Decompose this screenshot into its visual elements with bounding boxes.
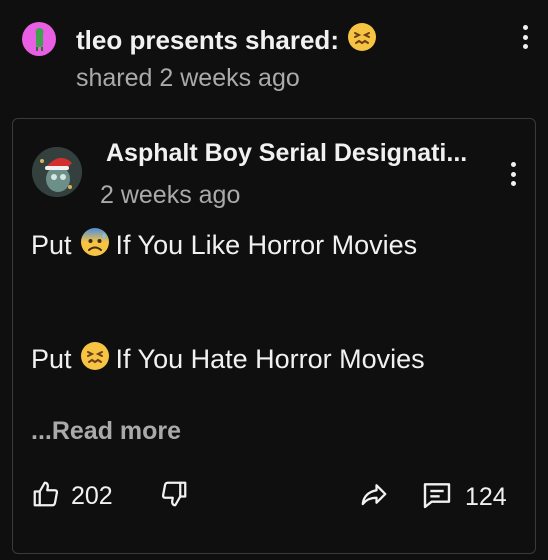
line2-suffix: If You Hate Horror Movies [115,344,425,374]
read-more-link[interactable]: ...Read more [31,417,181,446]
share-icon [358,479,390,514]
more-vert-icon[interactable] [515,22,535,52]
like-button[interactable]: 202 [31,479,113,514]
share-button[interactable] [358,479,390,514]
post-time: 2 weeks ago [100,181,241,209]
line1-suffix: If You Like Horror Movies [115,230,418,260]
original-post-card[interactable]: Asphalt Boy Serial Designati... 2 weeks … [12,118,536,554]
shared-time: shared 2 weeks ago [76,64,300,92]
confounded-emoji [80,341,110,378]
more-vert-icon[interactable] [503,159,523,189]
comment-count: 124 [465,483,507,511]
line1-prefix: Put [31,230,72,260]
comment-button[interactable]: 124 [421,479,507,516]
post-line-like: Put If You Like Horror Movies [31,227,417,264]
dislike-button[interactable] [159,479,189,514]
shared-title: tleo presents shared: [76,22,377,59]
sharer-avatar[interactable] [22,22,56,56]
author-avatar[interactable] [32,147,82,197]
comment-icon [421,479,453,516]
author-name[interactable]: Asphalt Boy Serial Designati... [106,139,476,168]
like-count: 202 [71,482,113,510]
thumb-up-icon [31,479,61,514]
shared-title-text: tleo presents shared: [76,25,339,55]
anxious-sweat-emoji [80,227,110,264]
line2-prefix: Put [31,344,72,374]
confounded-emoji [347,22,377,59]
shared-post-header: tleo presents shared: shared 2 weeks ago [0,0,548,110]
thumb-down-icon [159,479,189,514]
post-line-hate: Put If You Hate Horror Movies [31,341,425,378]
